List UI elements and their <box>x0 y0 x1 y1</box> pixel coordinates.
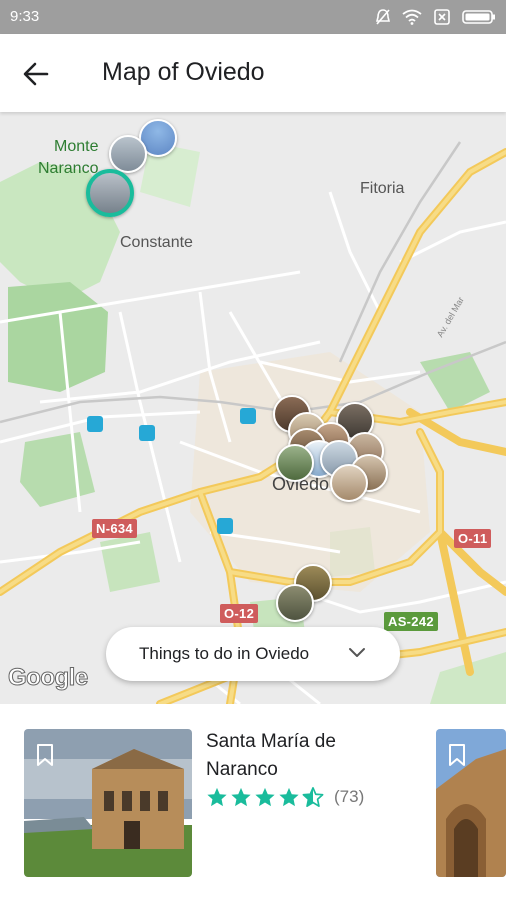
map-marker[interactable] <box>109 135 147 173</box>
status-bar: 9:33 <box>0 0 506 34</box>
back-button[interactable] <box>20 58 60 90</box>
place-label-fitoria: Fitoria <box>360 180 405 197</box>
chevron-down-icon <box>348 646 366 660</box>
status-time: 9:33 <box>10 8 40 25</box>
map-marker[interactable] <box>276 584 314 622</box>
bookmark-icon[interactable] <box>448 743 466 767</box>
attraction-carousel[interactable]: Santa María de Naranco (73) <box>0 704 506 900</box>
no-sim-icon <box>434 9 450 25</box>
photo <box>436 729 506 877</box>
map-marker[interactable] <box>276 444 314 482</box>
status-icons <box>375 8 496 26</box>
place-label-monte-naranco: Monte Naranco <box>38 138 99 177</box>
star-icon <box>279 787 299 807</box>
half-star-icon <box>302 787 324 807</box>
rating: (73) <box>206 786 364 808</box>
filter-dropdown[interactable]: Things to do in Oviedo <box>106 627 400 681</box>
map-marker[interactable] <box>330 464 368 502</box>
attraction-card-image[interactable] <box>24 729 192 877</box>
mute-icon <box>375 9 391 25</box>
attraction-card-image-next[interactable] <box>436 729 506 877</box>
map-view[interactable]: Monte Naranco Fitoria Constante Oviedo Av… <box>0 112 506 704</box>
attraction-title[interactable]: Santa María de Naranco <box>206 728 386 784</box>
app-bar: Map of Oviedo <box>0 34 506 112</box>
bookmark-icon[interactable] <box>36 743 54 767</box>
google-logo: Google <box>8 664 89 692</box>
back-arrow-icon <box>23 62 49 86</box>
battery-icon <box>462 9 496 25</box>
star-icon <box>231 787 251 807</box>
road-label-n634: N-634 <box>92 519 137 538</box>
star-icon <box>207 787 227 807</box>
map-marker-selected[interactable] <box>86 169 134 217</box>
road-label-o12: O-12 <box>220 604 259 623</box>
filter-label: Things to do in Oviedo <box>139 644 310 663</box>
wifi-icon <box>402 9 422 25</box>
review-count: (73) <box>334 787 365 806</box>
road-label-as242: AS-242 <box>384 612 438 631</box>
star-icon <box>255 787 275 807</box>
place-label-constante: Constante <box>120 234 193 251</box>
page-title: Map of Oviedo <box>102 58 265 86</box>
road-label-o11: O-11 <box>454 529 492 548</box>
